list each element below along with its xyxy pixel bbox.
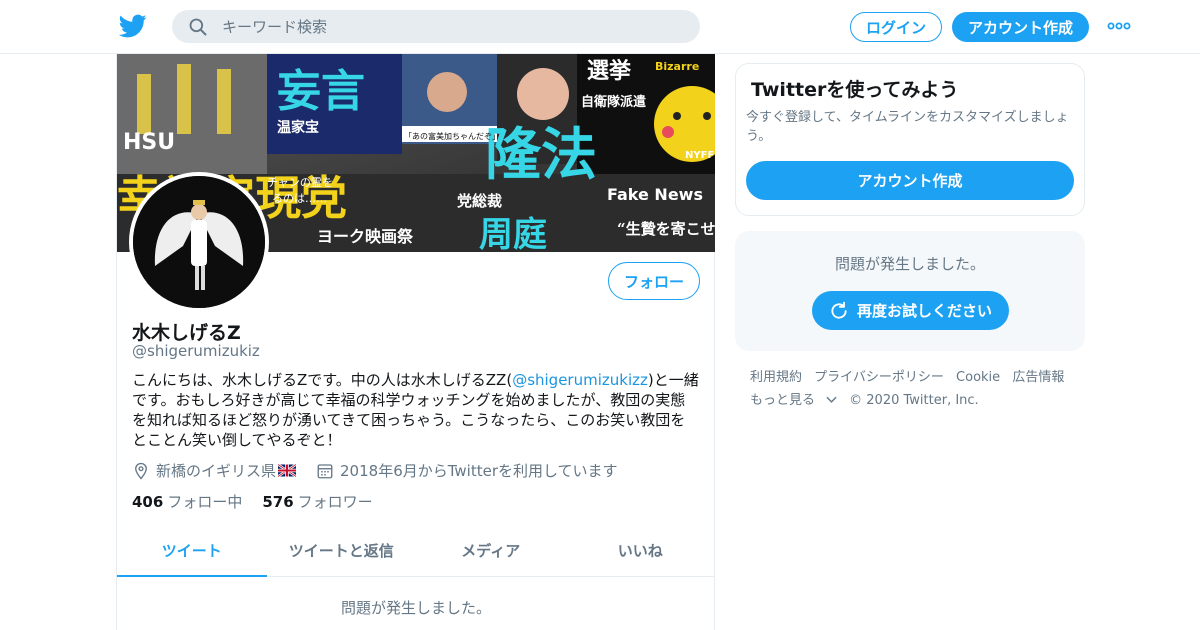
footer-row-1: 利用規約 プライバシーポリシー Cookie 広告情報 <box>750 366 1080 389</box>
following-label: フォロー中 <box>167 493 243 511</box>
banner-text-fumika: 「あの富美加ちゃんだぞ」 <box>404 131 500 141</box>
profile-handle[interactable]: @shigerumizukiz <box>132 342 260 360</box>
banner-text-nyff: NYFF <box>685 150 714 161</box>
tab-media[interactable]: メディア <box>416 524 566 576</box>
timeline-error-message: 問題が発生しました。 <box>340 599 491 617</box>
joined-text: 2018年6月からTwitterを利用しています <box>340 462 618 480</box>
profile-joined: 2018年6月からTwitterを利用しています <box>316 460 618 481</box>
avatar-image <box>133 176 265 308</box>
profile-column: 妄言 隆法 HSU 温家宝 選挙 自衛隊派遣 Bizarre NYFF 幸福実現… <box>116 54 715 630</box>
banner-text-sousai: 党総裁 <box>457 192 502 210</box>
profile-stats: 406 フォロー中 576 フォロワー <box>132 491 393 512</box>
try-twitter-card: Twitterを使ってみよう 今すぐ登録して、タイムラインをカスタマイズしましょ… <box>735 63 1085 216</box>
banner-text-chan: チャンの霊を <box>267 176 333 189</box>
search-box[interactable] <box>172 10 700 43</box>
signup-button[interactable]: アカウント作成 <box>952 12 1089 42</box>
follow-button[interactable]: フォロー <box>608 262 700 300</box>
profile-bio: こんにちは、水木しげるZです。中の人は水木しげるZZ(@shigerumizuk… <box>132 370 700 450</box>
retry-button[interactable]: 再度お試しください <box>812 291 1009 330</box>
footer-link-cookie[interactable]: Cookie <box>956 370 1000 385</box>
footer-link-terms[interactable]: 利用規約 <box>750 370 802 385</box>
banner-text-jieitai: 自衛隊派遣 <box>581 94 646 110</box>
top-navigation-bar: ログイン アカウント作成 <box>0 0 1200 54</box>
uk-flag-icon <box>278 464 297 477</box>
location-pin-icon <box>135 462 147 480</box>
banner-text-shutei: 周庭 <box>479 215 547 252</box>
location-text: 新橋のイギリス県 <box>156 462 277 480</box>
followers-label: フォロワー <box>297 493 373 511</box>
following-link[interactable]: 406 フォロー中 <box>132 491 242 512</box>
bio-text-start: こんにちは、水木しげるZです。中の人は水木しげるZZ( <box>132 371 513 389</box>
banner-text-ryuho: 隆法 <box>485 123 597 188</box>
following-count: 406 <box>132 493 164 511</box>
bio-mention-link[interactable]: @shigerumizukizz <box>512 371 648 389</box>
tab-likes[interactable]: いいね <box>566 524 716 576</box>
profile-avatar[interactable] <box>129 172 269 312</box>
twitter-bird-icon[interactable] <box>118 12 148 40</box>
create-account-button[interactable]: アカウント作成 <box>746 161 1074 200</box>
banner-text-hsu: HSU <box>123 130 175 155</box>
banner-text-ikenie: “生贄を寄こせ” <box>617 220 715 238</box>
sidebar-error-message: 問題が発生しました。 <box>834 255 985 273</box>
footer-more-label: もっと見る <box>750 393 816 408</box>
banner-text-filmfest: ヨーク映画祭 <box>317 227 414 246</box>
banner-text-mougen: 妄言 <box>277 66 365 117</box>
footer-links: 利用規約 プライバシーポリシー Cookie 広告情報 もっと見る © 2020… <box>750 366 1080 412</box>
search-icon <box>189 18 207 36</box>
sidebar-error-card: 問題が発生しました。 再度お試しください <box>735 231 1085 351</box>
followers-link[interactable]: 576 フォロワー <box>262 491 372 512</box>
banner-text-senkyo: 選挙 <box>587 58 632 84</box>
banner-text-onkaho: 温家宝 <box>277 119 319 136</box>
footer-more-link[interactable]: もっと見る <box>750 393 837 408</box>
banner-text-fakenews: Fake News <box>607 185 703 204</box>
try-twitter-title: Twitterを使ってみよう <box>751 79 959 101</box>
tab-tweets-and-replies[interactable]: ツイートと返信 <box>267 524 417 576</box>
profile-location: 新橋のイギリス県 <box>132 460 302 481</box>
footer-copyright: © 2020 Twitter, Inc. <box>849 393 979 408</box>
search-input[interactable] <box>222 10 682 43</box>
try-twitter-description: 今すぐ登録して、タイムラインをカスタマイズしましょう。 <box>746 110 1069 144</box>
footer-link-privacy[interactable]: プライバシーポリシー <box>814 370 944 385</box>
banner-text-bizarre: Bizarre <box>655 60 699 73</box>
refresh-icon <box>831 301 847 319</box>
banner-text-noha: るのは…… <box>272 192 327 205</box>
more-dots-icon[interactable] <box>1107 18 1131 34</box>
retry-label: 再度お試しください <box>856 302 992 320</box>
footer-row-2: もっと見る © 2020 Twitter, Inc. <box>750 389 1080 412</box>
profile-meta: 新橋のイギリス県 2018年6月からTwitterを利用しています <box>132 460 632 481</box>
login-button[interactable]: ログイン <box>850 12 942 42</box>
chevron-down-icon <box>826 396 837 403</box>
profile-tabs: ツイート ツイートと返信 メディア いいね <box>117 524 715 577</box>
profile-name: 水木しげるZ <box>132 322 241 344</box>
footer-link-ads[interactable]: 広告情報 <box>1012 370 1064 385</box>
calendar-icon <box>317 463 333 478</box>
followers-count: 576 <box>262 493 294 511</box>
tab-tweets[interactable]: ツイート <box>117 524 267 577</box>
